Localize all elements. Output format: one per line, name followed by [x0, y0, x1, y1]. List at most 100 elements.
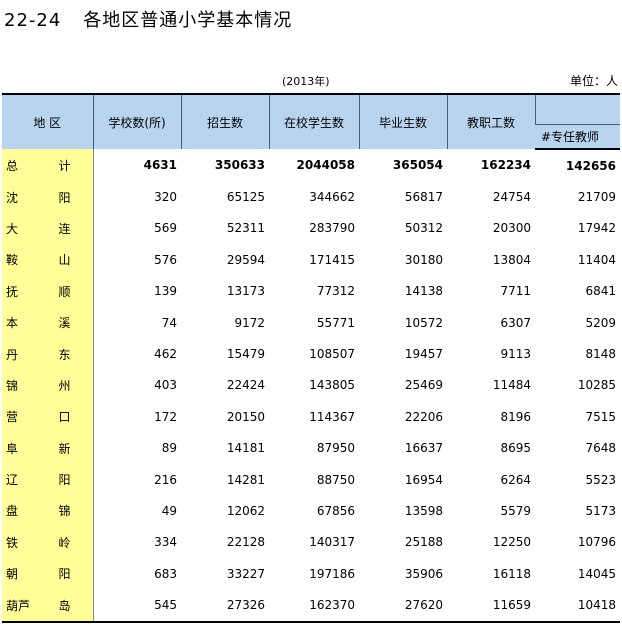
region-char-1: 葫芦: [6, 598, 31, 613]
region-cell: 营口: [2, 401, 94, 433]
staff-cell: 24754: [492, 190, 531, 205]
graduates-cell: 10572: [404, 315, 443, 330]
table-row: 盘锦 49 12062 67856 13598 5579 5173: [2, 495, 620, 527]
enroll-cell: 9172: [234, 315, 265, 330]
region-cell: 大连: [2, 212, 94, 245]
schools-cell: 172: [154, 409, 177, 424]
region-cell: 阜新: [2, 432, 94, 464]
staff-cell: 16118: [492, 566, 531, 581]
region-char-1: 丹: [6, 347, 19, 362]
staff-cell: 5579: [500, 503, 531, 518]
students-cell: 55771: [316, 315, 355, 330]
table-row: 大连 569 52311 283790 50312 20300 17942: [2, 212, 620, 245]
region-cell: 丹东: [2, 338, 94, 370]
teachers-cell: 10796: [577, 535, 616, 550]
table-row: 丹东 462 15479 108507 19457 9113 8148: [2, 338, 620, 370]
table-row: 铁岭 334 22128 140317 25188 12250 10796: [2, 526, 620, 559]
region-char-1: 抚: [6, 284, 19, 299]
region-char-1: 鞍: [6, 253, 19, 268]
table-number: 22-24: [4, 10, 62, 31]
region-char-2: 锦: [58, 504, 71, 519]
staff-cell: 8196: [500, 409, 531, 424]
students-cell: 87950: [316, 441, 355, 456]
schools-cell: 569: [154, 221, 177, 236]
table-row: 总计 4631 350633 2044058 365054 162234 142656: [2, 149, 620, 182]
graduates-cell: 16637: [404, 441, 443, 456]
staff-cell: 8695: [500, 441, 531, 456]
region-char-2: 州: [58, 378, 71, 393]
students-cell: 114367: [309, 409, 355, 424]
teachers-cell: 10285: [577, 378, 616, 393]
students-cell: 162370: [269, 589, 359, 623]
region-cell: 总计: [2, 149, 94, 182]
table-row: 锦州 403 22424 143805 25469 11484 10285: [2, 369, 620, 402]
graduates-cell: 56817: [404, 190, 443, 205]
teachers-cell: 5523: [585, 472, 616, 487]
enroll-cell: 350633: [214, 158, 265, 173]
header-schools: 学校数(所): [92, 93, 181, 149]
region-char-1: 沈: [6, 190, 19, 205]
region-cell: 鞍山: [2, 244, 94, 276]
region-char-2: 山: [58, 253, 71, 268]
teachers-cell: 7515: [585, 409, 616, 424]
students-cell: 77312: [316, 284, 355, 299]
schools-cell: 139: [154, 284, 177, 299]
enroll-cell: 20150: [226, 409, 265, 424]
students-cell: 171415: [309, 252, 355, 267]
region-cell: 沈阳: [2, 181, 94, 213]
enroll-cell: 65125: [226, 190, 265, 205]
header-staff: 教职工数: [446, 93, 535, 149]
table-row: 抚顺 139 13173 77312 14138 7711 6841: [2, 275, 620, 307]
schools-cell: 545: [93, 589, 181, 623]
schools-cell: 576: [154, 252, 177, 267]
graduates-cell: 35906: [404, 566, 443, 581]
region-cell: 葫芦 岛: [2, 589, 94, 623]
region-cell: 盘锦: [2, 495, 94, 527]
students-cell: 2044058: [296, 158, 355, 173]
enroll-cell: 13173: [226, 284, 265, 299]
graduates-cell: 13598: [404, 503, 443, 518]
region-char-1: 大: [6, 221, 19, 236]
enroll-cell: 29594: [226, 252, 265, 267]
graduates-cell: 30180: [404, 252, 443, 267]
region-char-1: 辽: [6, 473, 19, 488]
region-char-2: 东: [58, 347, 71, 362]
schools-cell: 49: [161, 503, 177, 518]
teachers-cell: 11404: [577, 252, 616, 267]
teachers-cell: 8148: [585, 347, 616, 362]
graduates-cell: 22206: [404, 409, 443, 424]
region-cell: 铁岭: [2, 526, 94, 559]
header-students: 在校学生数: [268, 93, 359, 149]
table-row: 鞍山 576 29594 171415 30180 13804 11404: [2, 244, 620, 276]
region-char-2: 新: [58, 441, 71, 456]
region-char-2: 阳: [58, 473, 71, 488]
teachers-cell: 7648: [585, 441, 616, 456]
students-cell: 197186: [309, 566, 355, 581]
teachers-cell: 10418: [535, 589, 620, 623]
staff-cell: 11659: [447, 589, 535, 623]
staff-cell: 6264: [500, 472, 531, 487]
table-row: 阜新 89 14181 87950 16637 8695 7648: [2, 432, 620, 464]
students-cell: 143805: [309, 378, 355, 393]
region-char-1: 本: [6, 316, 19, 331]
graduates-cell: 14138: [404, 284, 443, 299]
region-char-1: 营: [6, 410, 19, 425]
students-cell: 108507: [309, 347, 355, 362]
schools-cell: 462: [154, 347, 177, 362]
enroll-cell: 22128: [226, 535, 265, 550]
region-char-2: 口: [58, 410, 71, 425]
stats-table: 地 区 学校数(所) 招生数 在校学生数 毕业生数 教职工数 #专任教师 总计4…: [2, 93, 620, 623]
region-cell: 抚顺: [2, 275, 94, 307]
region-char-2: 顺: [58, 284, 71, 299]
students-cell: 344662: [309, 190, 355, 205]
year-label: (2013年): [282, 75, 330, 88]
region-char-2: 阳: [58, 567, 71, 582]
region-char-1: 总: [6, 158, 19, 173]
enroll-cell: 33227: [226, 566, 265, 581]
table-row: 朝阳 683 33227 197186 35906 16118 14045: [2, 558, 620, 590]
page-title: 22-24 各地区普通小学基本情况: [4, 6, 292, 32]
graduates-cell: 27620: [359, 589, 447, 623]
schools-cell: 334: [154, 535, 177, 550]
schools-cell: 89: [161, 441, 177, 456]
students-cell: 67856: [316, 503, 355, 518]
